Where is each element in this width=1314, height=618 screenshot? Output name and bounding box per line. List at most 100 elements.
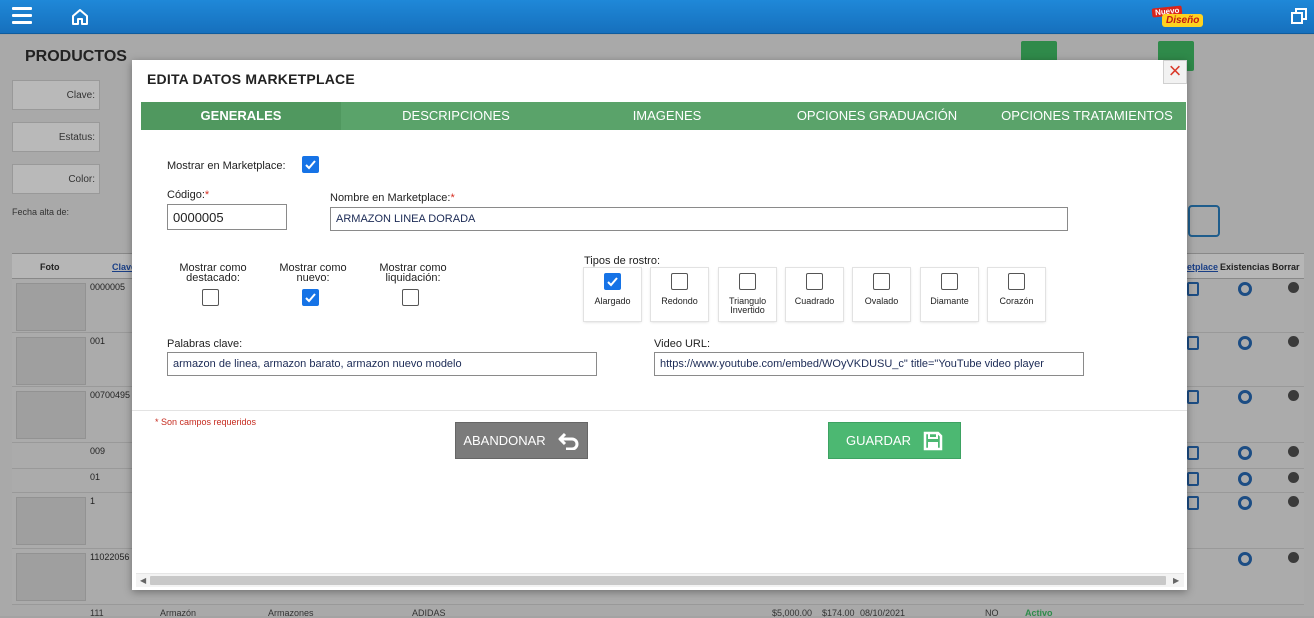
checkmark-icon	[305, 293, 316, 303]
product-photo	[16, 553, 86, 601]
row-brand: ADIDAS	[412, 608, 446, 618]
marketplace-name-field[interactable]: ARMAZON LINEA DORADA	[330, 207, 1068, 231]
abandon-button-label: ABANDONAR	[463, 433, 546, 448]
stock-search-icon[interactable]	[1238, 390, 1252, 404]
face-type-checkbox[interactable]	[1008, 273, 1025, 290]
code-field[interactable]: 0000005	[167, 204, 287, 230]
save-button[interactable]: GUARDAR	[828, 422, 961, 459]
face-type-redondo[interactable]: Redondo	[651, 268, 708, 321]
col-foto: Foto	[40, 262, 60, 272]
face-type-checkbox[interactable]	[739, 273, 756, 290]
col-marketplace[interactable]: etplace	[1187, 262, 1218, 272]
save-button-label: GUARDAR	[845, 433, 911, 448]
tab-generales[interactable]: GENERALES	[141, 102, 341, 130]
face-type-label: Alargado	[594, 296, 631, 306]
face-type-alargado[interactable]: Alargado	[584, 268, 641, 321]
face-type-diamante[interactable]: Diamante	[921, 268, 978, 321]
face-type-triangulo-invertido[interactable]: Triangulo Invertido	[719, 268, 776, 321]
scroll-right-icon[interactable]: ▶	[1173, 574, 1179, 588]
stock-search-icon[interactable]	[1238, 446, 1252, 460]
face-type-checkbox[interactable]	[604, 273, 621, 290]
delete-icon[interactable]	[1288, 390, 1299, 401]
featured-label: Mostrar como destacado:	[179, 262, 247, 284]
clearance-checkbox[interactable]	[402, 289, 419, 306]
face-type-label: Triangulo Invertido	[729, 296, 767, 315]
marketplace-icon[interactable]	[1187, 390, 1199, 404]
product-photo	[16, 391, 86, 439]
delete-icon[interactable]	[1288, 496, 1299, 507]
tab-opciones-tratamientos[interactable]: OPCIONES TRATAMIENTOS	[987, 102, 1187, 130]
required-note: * Son campos requeridos	[155, 417, 257, 427]
popout-window-icon[interactable]	[1291, 8, 1307, 24]
stock-search-icon[interactable]	[1238, 336, 1252, 350]
face-type-label: Diamante	[930, 296, 969, 306]
keywords-field[interactable]: armazon de linea, armazon barato, armazo…	[167, 352, 597, 376]
scroll-left-icon[interactable]: ◀	[140, 574, 146, 588]
save-disk-icon	[923, 431, 943, 450]
code-label: Código:*	[167, 189, 209, 201]
row-flag: NO	[985, 608, 999, 618]
product-photo	[16, 497, 86, 545]
show-marketplace-checkbox[interactable]	[302, 156, 319, 173]
row-code: 01	[90, 472, 101, 482]
clearance-label: Mostrar como liquidación:	[379, 262, 447, 284]
filter-clave-label: Clave:	[12, 80, 100, 110]
new-design-badge[interactable]: Nuevo Diseño	[1151, 5, 1204, 29]
featured-checkbox[interactable]	[202, 289, 219, 306]
delete-icon[interactable]	[1288, 552, 1299, 563]
marketplace-icon[interactable]	[1187, 472, 1199, 486]
marketplace-icon[interactable]	[1187, 446, 1199, 460]
row-status: Activo	[1025, 608, 1053, 618]
row-type: Armazón	[160, 608, 197, 618]
face-types-label: Tipos de rostro:	[584, 255, 661, 267]
delete-icon[interactable]	[1288, 446, 1299, 457]
row-cost: $174.00	[822, 608, 855, 618]
stock-search-icon[interactable]	[1238, 472, 1252, 486]
marketplace-icon[interactable]	[1187, 336, 1199, 350]
product-photo	[16, 283, 86, 331]
face-type-ovalado[interactable]: Ovalado	[853, 268, 910, 321]
face-type-checkbox[interactable]	[941, 273, 958, 290]
tab-imagenes[interactable]: IMAGENES	[567, 102, 767, 130]
page-title: PRODUCTOS	[25, 48, 127, 65]
video-url-label: Video URL:	[654, 338, 711, 350]
close-button[interactable]: ×	[1163, 60, 1187, 84]
face-type-checkbox[interactable]	[873, 273, 890, 290]
required-mark: *	[450, 192, 455, 204]
marketplace-icon[interactable]	[1187, 282, 1199, 296]
badge-bottom-text: Diseño	[1162, 14, 1204, 27]
tab-descripciones[interactable]: DESCRIPCIONES	[356, 102, 556, 130]
row-price: $5,000.00	[772, 608, 813, 618]
face-type-label: Corazón	[999, 296, 1034, 306]
face-type-label: Ovalado	[864, 296, 899, 306]
face-type-cuadrado[interactable]: Cuadrado	[786, 268, 843, 321]
scrollbar-thumb[interactable]	[150, 576, 1166, 585]
checkmark-icon	[305, 160, 316, 170]
required-mark: *	[204, 189, 210, 201]
delete-icon[interactable]	[1288, 472, 1299, 483]
marketplace-icon[interactable]	[1187, 496, 1199, 510]
tab-opciones-graduacion[interactable]: OPCIONES GRADUACIÓN	[777, 102, 977, 130]
row-date: 08/10/2021	[860, 608, 906, 618]
search-button[interactable]	[1188, 205, 1220, 237]
filter-color-label: Color:	[12, 164, 100, 194]
home-icon[interactable]	[70, 7, 90, 27]
delete-icon[interactable]	[1288, 282, 1299, 293]
face-type-corazon[interactable]: Corazón	[988, 268, 1045, 321]
col-existencias: Existencias	[1220, 262, 1270, 272]
face-type-label: Redondo	[661, 296, 698, 306]
delete-icon[interactable]	[1288, 336, 1299, 347]
video-url-field[interactable]: https://www.youtube.com/embed/WOyVKDUSU_…	[654, 352, 1084, 376]
stock-search-icon[interactable]	[1238, 496, 1252, 510]
stock-search-icon[interactable]	[1238, 282, 1252, 296]
abandon-button[interactable]: ABANDONAR	[455, 422, 588, 459]
show-marketplace-label: Mostrar en Marketplace:	[167, 160, 286, 172]
row-code: 0000005	[90, 282, 126, 292]
modal-title: EDITA DATOS MARKETPLACE	[147, 71, 355, 87]
stock-search-icon[interactable]	[1238, 552, 1252, 566]
horizontal-scrollbar[interactable]: ◀ ▶	[136, 573, 1184, 587]
face-type-checkbox[interactable]	[671, 273, 688, 290]
menu-icon[interactable]	[12, 7, 32, 27]
face-type-checkbox[interactable]	[806, 273, 823, 290]
new-checkbox[interactable]	[302, 289, 319, 306]
